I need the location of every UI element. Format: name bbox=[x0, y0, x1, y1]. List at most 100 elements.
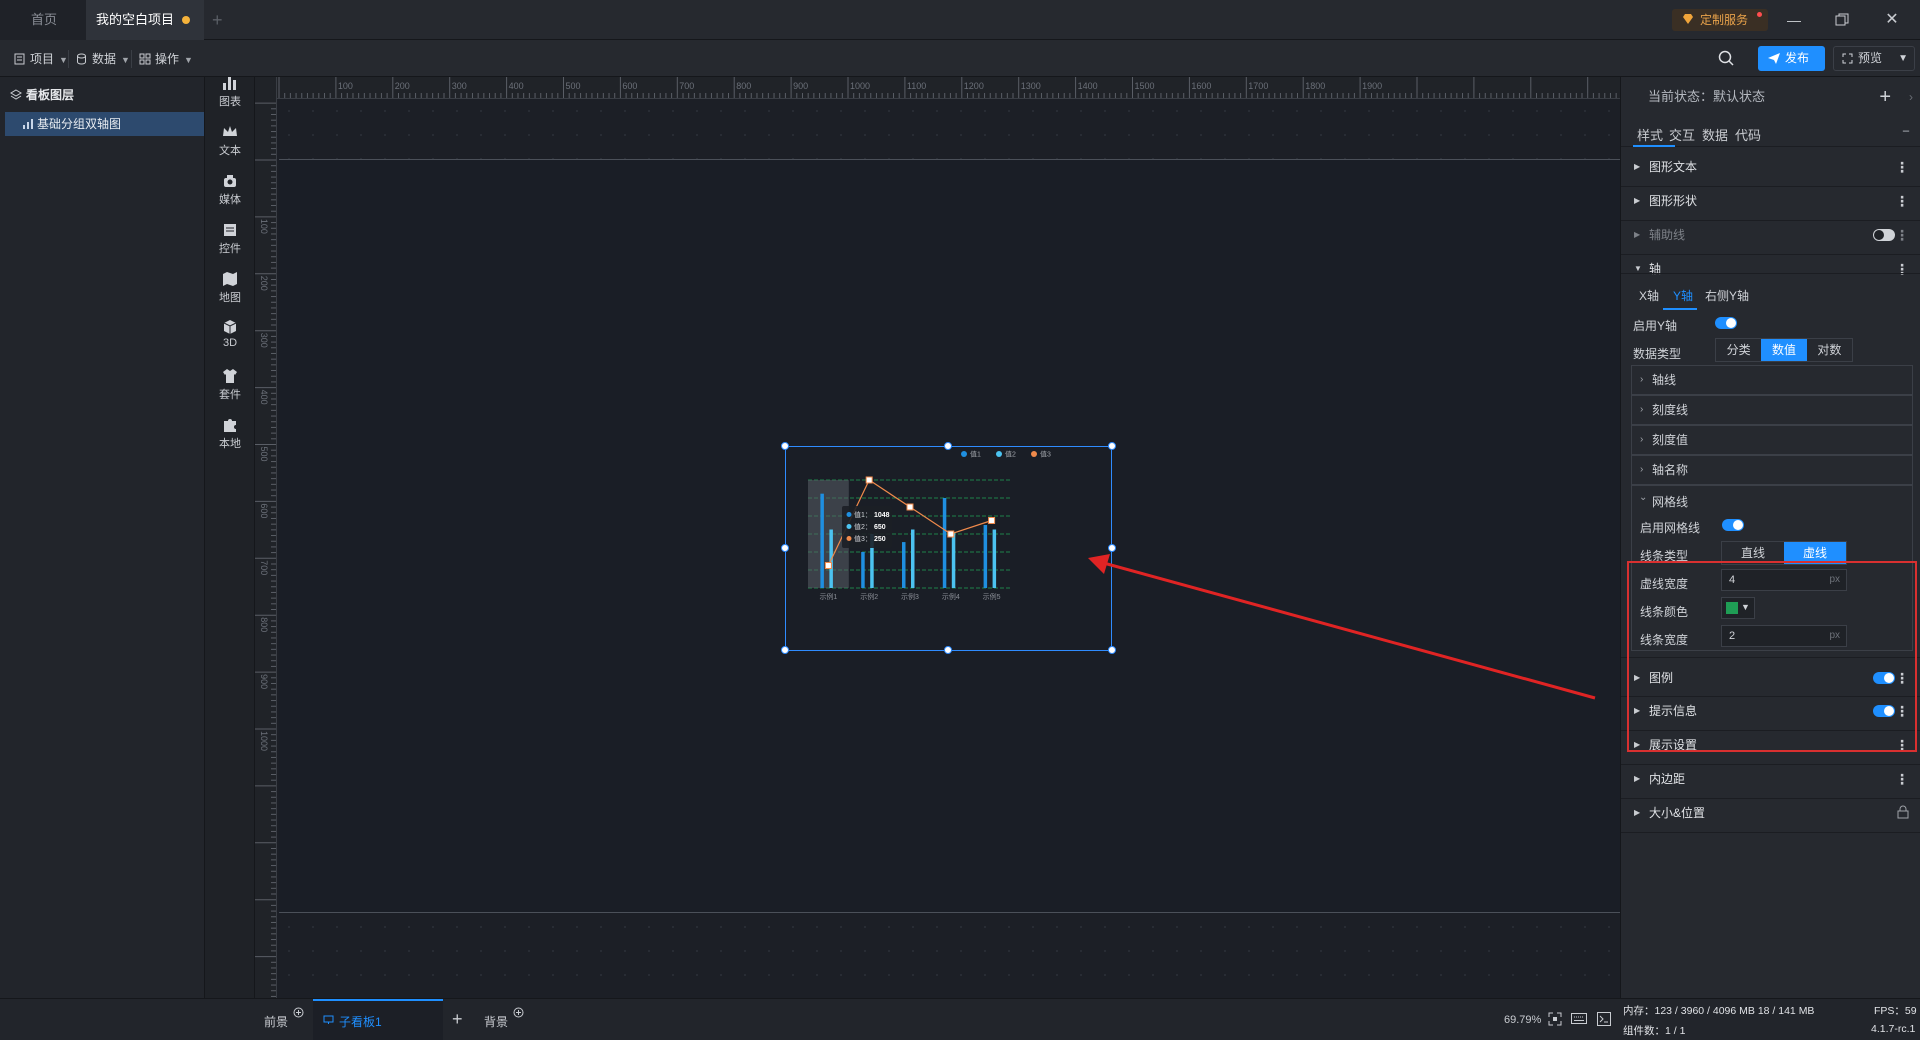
sub-board-tab[interactable]: 子看板1 bbox=[313, 999, 443, 1040]
layer-item[interactable]: 基础分组双轴图 bbox=[5, 112, 204, 136]
resize-handle-top-right[interactable] bbox=[1108, 442, 1116, 450]
tab-code[interactable]: 代码 bbox=[1735, 125, 1761, 144]
data-type-category[interactable]: 分类 bbox=[1716, 339, 1761, 361]
restore-icon[interactable] bbox=[1832, 10, 1852, 30]
resize-handle-bottom-left[interactable] bbox=[781, 646, 789, 654]
gridline-title[interactable]: 网格线 bbox=[1652, 493, 1688, 510]
ruler-top-label: 1500 bbox=[1135, 81, 1155, 91]
component-chart[interactable]: 图表 bbox=[205, 69, 255, 119]
chevron-down-icon[interactable]: ▼ bbox=[1898, 47, 1908, 70]
media-icon bbox=[224, 175, 236, 187]
component-local[interactable]: 本地 bbox=[205, 411, 255, 461]
subsection-axis-name-label: 轴名称 bbox=[1652, 463, 1689, 477]
preview-button[interactable]: 预览 ▼ bbox=[1833, 46, 1915, 71]
lock-icon[interactable] bbox=[1897, 805, 1909, 819]
tab-home[interactable]: 首页 bbox=[0, 0, 86, 40]
ruler-top: 100 200 300 400 500 600 700 800 900 1000 1100 1200 1… bbox=[277, 77, 1620, 99]
enable-y-axis-toggle[interactable] bbox=[1715, 317, 1737, 329]
tab-style[interactable]: 样式 bbox=[1637, 125, 1663, 144]
tab-interaction[interactable]: 交互 bbox=[1669, 125, 1695, 144]
keyboard-icon[interactable] bbox=[1571, 1013, 1587, 1024]
tab-x-axis[interactable]: X轴 bbox=[1639, 287, 1659, 304]
custom-service-button[interactable]: 定制服务 bbox=[1672, 9, 1768, 31]
subsection-tick-line[interactable]: › 刻度线 bbox=[1631, 395, 1913, 425]
data-type-log[interactable]: 对数 bbox=[1807, 339, 1852, 361]
status-bar: 前景 子看板1 + 背景 69.79% 内存：123 / 3960 / 4096… bbox=[0, 998, 1920, 1040]
tab-project[interactable]: 我的空白项目 bbox=[86, 0, 204, 40]
ruler-top-label: 1400 bbox=[1078, 81, 1098, 91]
component-control[interactable]: 控件 bbox=[205, 216, 255, 266]
bar-值1 bbox=[983, 525, 988, 588]
resize-handle-top[interactable] bbox=[944, 442, 952, 450]
section-size-position[interactable]: ▶ 大小&位置 bbox=[1621, 793, 1920, 833]
add-tab-button[interactable]: + bbox=[204, 0, 234, 40]
x-tick-label: 示例1 bbox=[819, 592, 837, 601]
component-text-label: 文本 bbox=[219, 145, 241, 157]
bar-值2 bbox=[911, 529, 915, 588]
terminal-icon[interactable] bbox=[1597, 1012, 1611, 1026]
chevron-right-icon[interactable]: › bbox=[1909, 77, 1913, 117]
selected-chart[interactable]: 示例1 示例2 示例3 示例4 示例5 值1 值2 值3 值1： 1048 值2： 650 值3： 250 bbox=[785, 446, 1112, 651]
subsection-tick-value-label: 刻度值 bbox=[1652, 433, 1689, 447]
map-icon bbox=[223, 272, 237, 286]
annotation-arrow bbox=[1088, 554, 1596, 700]
component-kit[interactable]: 套件 bbox=[205, 362, 255, 412]
subsection-tick-value[interactable]: › 刻度值 bbox=[1631, 425, 1913, 455]
enable-grid-toggle[interactable] bbox=[1722, 519, 1744, 531]
component-media[interactable]: 媒体 bbox=[205, 167, 255, 217]
ruler-left-label: 900 bbox=[259, 674, 269, 689]
legend-label: 值2 bbox=[1005, 450, 1016, 459]
chevron-down-icon[interactable]: ⌄ bbox=[1639, 492, 1647, 503]
component-chart-label: 图表 bbox=[219, 96, 241, 108]
component-map[interactable]: 地图 bbox=[205, 265, 255, 315]
component-text[interactable]: 文本 bbox=[205, 118, 255, 168]
subsection-axis-name[interactable]: › 轴名称 bbox=[1631, 455, 1913, 485]
component-kit-label: 套件 bbox=[219, 389, 241, 401]
close-icon[interactable]: ✕ bbox=[1882, 10, 1902, 30]
resize-handle-left[interactable] bbox=[781, 544, 789, 552]
enable-grid-label: 启用网格线 bbox=[1640, 521, 1701, 535]
add-state-icon[interactable]: + bbox=[1879, 77, 1891, 117]
tooltip-name: 值1： bbox=[854, 510, 872, 519]
x-tick-label: 示例5 bbox=[983, 592, 1001, 601]
guide-line-toggle[interactable] bbox=[1873, 229, 1895, 241]
zoom-level[interactable]: 69.79% bbox=[1504, 1014, 1541, 1026]
section-guide-line-label: 辅助线 bbox=[1649, 228, 1686, 242]
add-circle-icon[interactable] bbox=[513, 1007, 524, 1018]
line-point-值3 bbox=[988, 517, 996, 524]
publish-button[interactable]: 发布 bbox=[1758, 46, 1825, 71]
unsaved-dot-icon bbox=[182, 16, 190, 24]
resize-handle-top-left[interactable] bbox=[781, 442, 789, 450]
section-size-position-label: 大小&位置 bbox=[1649, 806, 1706, 820]
add-board-icon[interactable]: + bbox=[452, 1009, 463, 1030]
menu-ops[interactable]: 操作 ▼ bbox=[137, 48, 193, 70]
tooltip-name: 值3： bbox=[854, 534, 872, 543]
ruler-top-label: 1600 bbox=[1191, 81, 1211, 91]
resize-handle-bottom[interactable] bbox=[944, 646, 952, 654]
chevron-up-icon[interactable]: ▔ bbox=[1903, 131, 1909, 140]
crown-icon bbox=[223, 126, 237, 136]
background-tab[interactable]: 背景 bbox=[484, 1013, 508, 1030]
ruler-top-label: 1700 bbox=[1248, 81, 1268, 91]
search-icon[interactable] bbox=[1718, 50, 1734, 66]
tab-y-axis[interactable]: Y轴 bbox=[1673, 287, 1693, 304]
ruler-top-label: 600 bbox=[622, 81, 637, 91]
chevron-right-icon: › bbox=[1640, 374, 1644, 385]
ruler-top-label: 200 bbox=[395, 81, 410, 91]
line-point-值3 bbox=[824, 562, 832, 569]
ruler-left: 100 200 300 400 500 600 700 800 900 1000 bbox=[255, 77, 277, 998]
add-circle-icon[interactable] bbox=[293, 1007, 304, 1018]
fps-counter: FPS：59 bbox=[1874, 1005, 1917, 1017]
minimize-icon[interactable]: — bbox=[1784, 10, 1804, 30]
fit-screen-icon[interactable] bbox=[1548, 1012, 1562, 1026]
menu-project[interactable]: 项目 ▼ bbox=[12, 48, 68, 70]
subsection-axis-line[interactable]: › 轴线 bbox=[1631, 365, 1913, 395]
foreground-tab[interactable]: 前景 bbox=[264, 1013, 288, 1030]
tab-right-y-axis[interactable]: 右侧Y轴 bbox=[1705, 287, 1749, 304]
puzzle-icon bbox=[224, 419, 236, 432]
data-type-value[interactable]: 数值 bbox=[1761, 339, 1807, 361]
tab-data[interactable]: 数据 bbox=[1702, 125, 1728, 144]
component-3d[interactable]: 3D bbox=[205, 313, 255, 363]
chevron-right-icon: › bbox=[1640, 464, 1644, 475]
menu-data[interactable]: 数据 ▼ bbox=[74, 48, 130, 70]
